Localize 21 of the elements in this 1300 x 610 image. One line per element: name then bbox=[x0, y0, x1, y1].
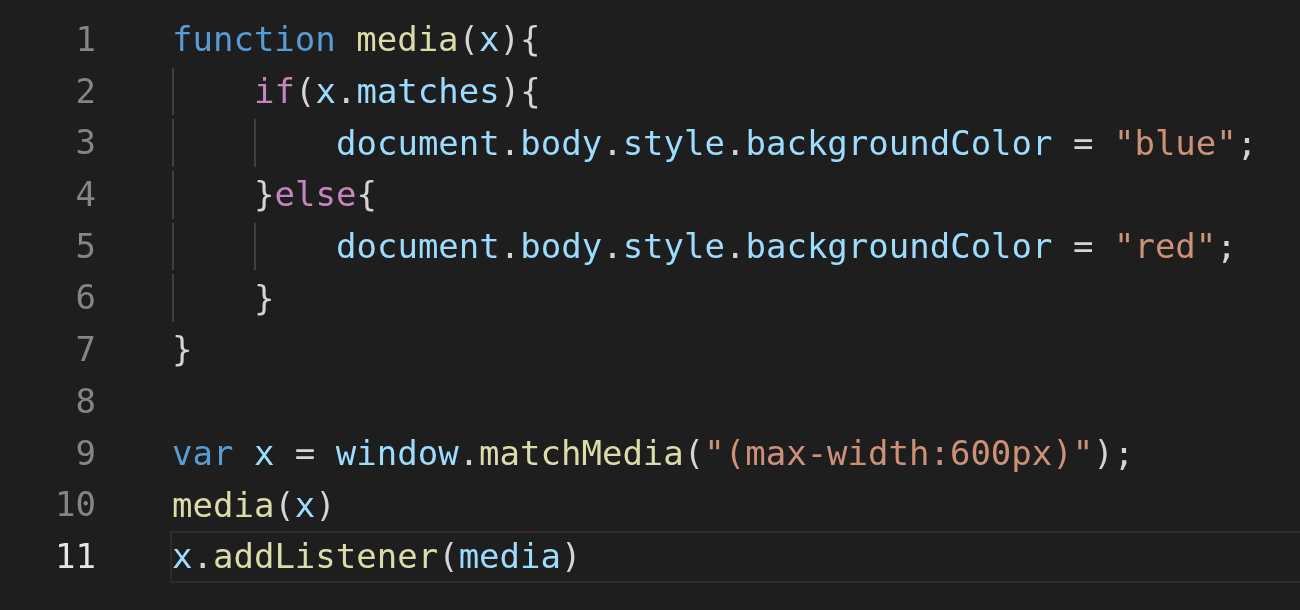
code-line: media(x) bbox=[172, 483, 336, 527]
code-line: if(x.matches){ bbox=[254, 70, 541, 114]
code-line: var x = window.matchMedia("(max-width:600px)"); bbox=[172, 431, 1135, 475]
line-number: 2 bbox=[74, 69, 96, 113]
line-number: 11 bbox=[54, 534, 96, 578]
code-line: function media(x){ bbox=[172, 18, 541, 62]
line-number: 4 bbox=[74, 173, 96, 217]
line-number: 7 bbox=[74, 328, 96, 372]
code-line: document.body.style.backgroundColor = "red"; bbox=[336, 225, 1237, 269]
code-line: } bbox=[254, 276, 275, 320]
code-line: x.addListener(media) bbox=[172, 535, 582, 579]
code-line: } bbox=[172, 328, 193, 372]
line-number: 5 bbox=[74, 224, 96, 268]
line-number: 8 bbox=[74, 379, 96, 423]
line-number: 1 bbox=[74, 18, 96, 61]
line-number: 9 bbox=[74, 431, 96, 475]
code-line: }else{ bbox=[254, 173, 377, 217]
line-number: 10 bbox=[54, 483, 96, 527]
line-number: 6 bbox=[74, 276, 96, 320]
code-line: document.body.style.backgroundColor = "blue"; bbox=[336, 121, 1258, 165]
line-number: 3 bbox=[74, 121, 96, 165]
